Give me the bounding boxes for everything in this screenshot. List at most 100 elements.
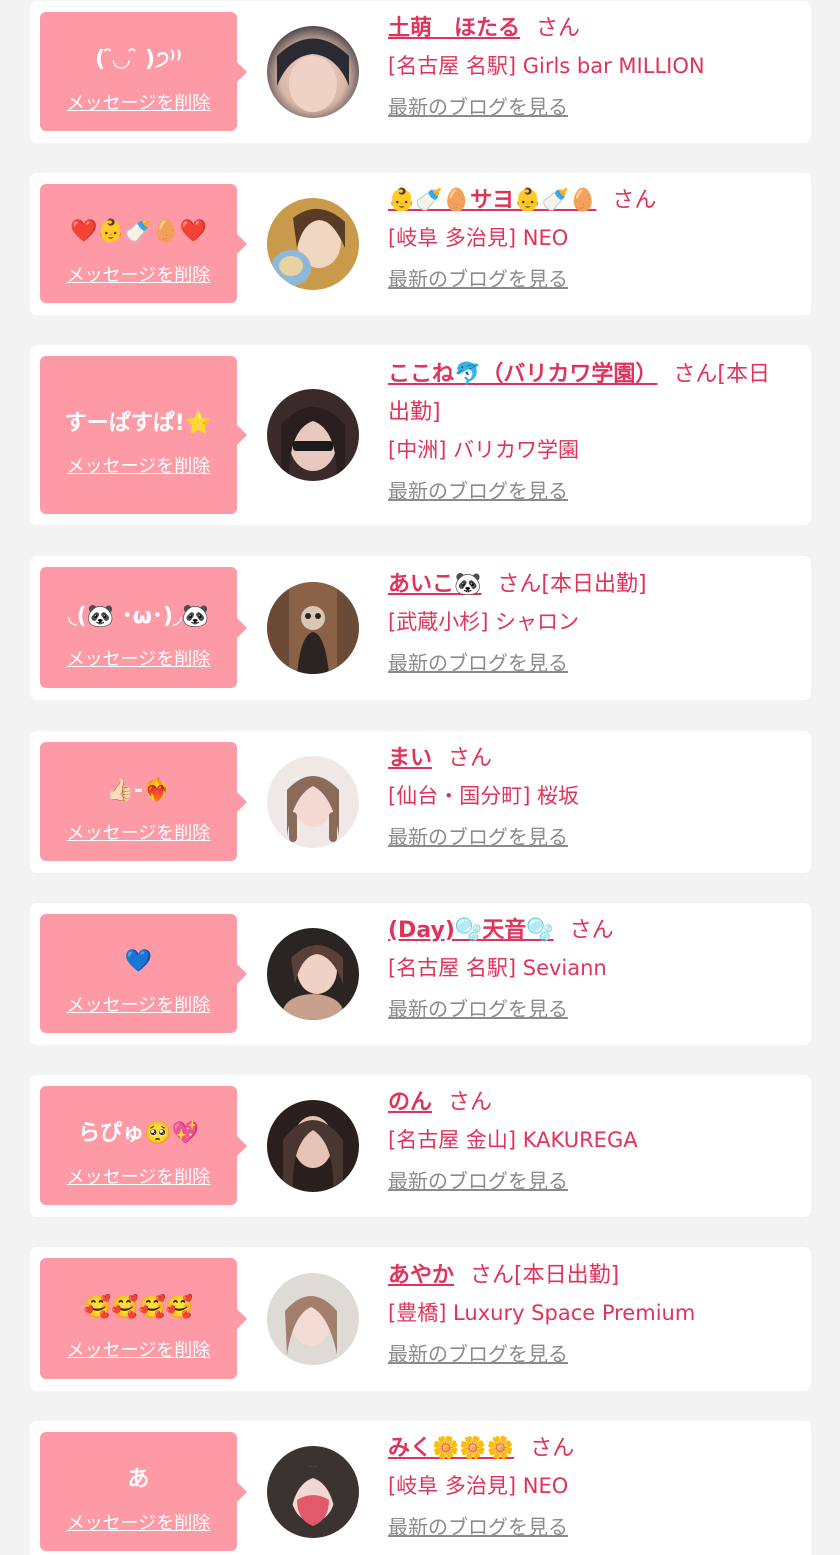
- message-text: 💙: [124, 949, 153, 974]
- shop-name: [岐阜 多治見] NEO: [388, 1474, 569, 1498]
- message-text: すーぱすぱ!⭐️: [64, 411, 213, 436]
- cast-name-link[interactable]: 👶🍼🥚サヨ👶🍼🥚: [388, 188, 596, 213]
- entry-info: 👶🍼🥚サヨ👶🍼🥚 さん [岐阜 多治見] NEO 最新のブログを見る: [388, 182, 783, 292]
- cast-name-link[interactable]: のん: [388, 1090, 432, 1115]
- delete-message-link[interactable]: メッセージを削除: [40, 265, 237, 287]
- avatar[interactable]: [267, 198, 359, 290]
- avatar[interactable]: [267, 928, 359, 1020]
- avatar[interactable]: [267, 1273, 359, 1365]
- entry-info: (Day)🫧天音🫧 さん [名古屋 名駅] Seviann 最新のブログを見る: [388, 912, 783, 1022]
- entry-info: ここね🐬（バリカワ学園） さん[本日出勤] [中洲] バリカワ学園 最新のブログを…: [388, 356, 783, 504]
- avatar-photo: [267, 582, 359, 674]
- favorites-list: ( ̑◡ ̑ )੭⁾⁾ メッセージを削除 土萌 ほたる さん [名古屋 名駅] G…: [0, 0, 840, 1555]
- avatar-photo: [267, 928, 359, 1020]
- avatar[interactable]: [267, 1100, 359, 1192]
- view-blog-link[interactable]: 最新のブログを見る: [388, 1514, 568, 1540]
- message-text: 🥰🥰🥰🥰: [83, 1295, 194, 1320]
- avatar-photo: [267, 1446, 359, 1538]
- shop-name: [名古屋 名駅] Girls bar MILLION: [388, 54, 705, 78]
- cast-name-link[interactable]: まい: [388, 746, 432, 771]
- avatar[interactable]: [267, 582, 359, 674]
- shop-name: [武蔵小杉] シャロン: [388, 610, 580, 634]
- shop-name: [名古屋 金山] KAKUREGA: [388, 1128, 638, 1152]
- name-suffix: さん[本日出勤]: [470, 1263, 620, 1288]
- view-blog-link[interactable]: 最新のブログを見る: [388, 478, 568, 504]
- message-bubble: 💙 メッセージを削除: [40, 914, 247, 1033]
- shop-name: [中洲] バリカワ学園: [388, 438, 580, 462]
- view-blog-link[interactable]: 最新のブログを見る: [388, 824, 568, 850]
- entry-info: あやか さん[本日出勤] [豊橋] Luxury Space Premium 最新…: [388, 1257, 783, 1367]
- list-item: あ メッセージを削除 みく🌼🌼🌼 さん [岐阜 多治見] NEO 最新のブログを見…: [30, 1421, 811, 1555]
- name-suffix: さん: [530, 1436, 575, 1461]
- shop-name: [仙台・国分町] 桜坂: [388, 784, 580, 808]
- list-item: すーぱすぱ!⭐️ メッセージを削除 ここね🐬（バリカワ学園） さん[本日出勤] […: [30, 345, 811, 525]
- message-bubble: らぴゅ🥺💖 メッセージを削除: [40, 1086, 247, 1205]
- name-line: 土萌 ほたる さん: [388, 10, 783, 48]
- cast-name-link[interactable]: あやか: [388, 1263, 454, 1288]
- name-suffix: さん: [448, 746, 493, 771]
- delete-message-link[interactable]: メッセージを削除: [40, 93, 237, 115]
- message-bubble: あ メッセージを削除: [40, 1432, 247, 1551]
- shop-name: [岐阜 多治見] NEO: [388, 226, 569, 250]
- avatar[interactable]: [267, 1446, 359, 1538]
- avatar-photo: [267, 198, 359, 290]
- avatar-photo: [267, 1100, 359, 1192]
- list-item: らぴゅ🥺💖 メッセージを削除 のん さん [名古屋 金山] KAKUREGA 最新…: [30, 1075, 811, 1217]
- delete-message-link[interactable]: メッセージを削除: [40, 649, 237, 671]
- avatar[interactable]: [267, 26, 359, 118]
- view-blog-link[interactable]: 最新のブログを見る: [388, 94, 568, 120]
- delete-message-link[interactable]: メッセージを削除: [40, 456, 237, 478]
- name-suffix: さん: [536, 16, 581, 41]
- avatar-photo: [267, 389, 359, 481]
- cast-name-link[interactable]: あいこ🐼: [388, 572, 481, 597]
- cast-name-link[interactable]: 土萌 ほたる: [388, 16, 520, 41]
- shop-name: [豊橋] Luxury Space Premium: [388, 1301, 696, 1325]
- delete-message-link[interactable]: メッセージを削除: [40, 823, 237, 845]
- message-text: あ: [127, 1467, 150, 1492]
- message-text: ❤️👶🍼🥚❤️: [70, 219, 207, 244]
- cast-name-link[interactable]: みく🌼🌼🌼: [388, 1436, 514, 1461]
- shop-name: [名古屋 名駅] Seviann: [388, 956, 607, 980]
- message-bubble: すーぱすぱ!⭐️ メッセージを削除: [40, 356, 247, 514]
- name-line: みく🌼🌼🌼 さん: [388, 1430, 783, 1468]
- list-item: ❤️👶🍼🥚❤️ メッセージを削除 👶🍼🥚サヨ👶🍼🥚 さん [岐阜 多治見] NEO…: [30, 173, 811, 315]
- list-item: ( ̑◡ ̑ )੭⁾⁾ メッセージを削除 土萌 ほたる さん [名古屋 名駅] G…: [30, 1, 811, 143]
- name-line: あいこ🐼 さん[本日出勤]: [388, 566, 783, 604]
- delete-message-link[interactable]: メッセージを削除: [40, 995, 237, 1017]
- list-item: 💙 メッセージを削除 (Day)🫧天音🫧 さん [名古屋 名駅] Seviann …: [30, 903, 811, 1045]
- view-blog-link[interactable]: 最新のブログを見る: [388, 1168, 568, 1194]
- avatar-photo: [267, 26, 359, 118]
- view-blog-link[interactable]: 最新のブログを見る: [388, 650, 568, 676]
- cast-name-link[interactable]: ここね🐬（バリカワ学園）: [388, 362, 657, 387]
- entry-info: 土萌 ほたる さん [名古屋 名駅] Girls bar MILLION 最新のブ…: [388, 10, 783, 120]
- view-blog-link[interactable]: 最新のブログを見る: [388, 266, 568, 292]
- name-line: (Day)🫧天音🫧 さん: [388, 912, 783, 950]
- name-line: のん さん: [388, 1084, 783, 1122]
- view-blog-link[interactable]: 最新のブログを見る: [388, 1341, 568, 1367]
- message-text: らぴゅ🥺💖: [78, 1121, 199, 1146]
- cast-name-link[interactable]: (Day)🫧天音🫧: [388, 918, 554, 943]
- name-suffix: さん: [448, 1090, 493, 1115]
- list-item: 🥰🥰🥰🥰 メッセージを削除 あやか さん[本日出勤] [豊橋] Luxury Sp…: [30, 1247, 811, 1391]
- view-blog-link[interactable]: 最新のブログを見る: [388, 996, 568, 1022]
- message-bubble: 👍🏻-❤️‍🔥 メッセージを削除: [40, 742, 247, 861]
- name-suffix: さん[本日出勤]: [497, 572, 647, 597]
- name-line: まい さん: [388, 740, 783, 778]
- name-line: 👶🍼🥚サヨ👶🍼🥚 さん: [388, 182, 783, 220]
- entry-info: あいこ🐼 さん[本日出勤] [武蔵小杉] シャロン 最新のブログを見る: [388, 566, 783, 676]
- entry-info: まい さん [仙台・国分町] 桜坂 最新のブログを見る: [388, 740, 783, 850]
- list-item: 👍🏻-❤️‍🔥 メッセージを削除 まい さん [仙台・国分町] 桜坂 最新のブログ…: [30, 731, 811, 873]
- delete-message-link[interactable]: メッセージを削除: [40, 1167, 237, 1189]
- avatar-photo: [267, 1273, 359, 1365]
- avatar-photo: [267, 756, 359, 848]
- name-suffix: さん: [569, 918, 614, 943]
- delete-message-link[interactable]: メッセージを削除: [40, 1340, 237, 1362]
- avatar[interactable]: [267, 389, 359, 481]
- entry-info: のん さん [名古屋 金山] KAKUREGA 最新のブログを見る: [388, 1084, 783, 1194]
- name-suffix: さん: [612, 188, 657, 213]
- message-bubble: 🥰🥰🥰🥰 メッセージを削除: [40, 1258, 247, 1379]
- delete-message-link[interactable]: メッセージを削除: [40, 1513, 237, 1535]
- message-text: ( ̑◡ ̑ )੭⁾⁾: [95, 47, 182, 72]
- message-text: ◟(🐼 ･ω･)◞🐼: [68, 604, 209, 629]
- avatar[interactable]: [267, 756, 359, 848]
